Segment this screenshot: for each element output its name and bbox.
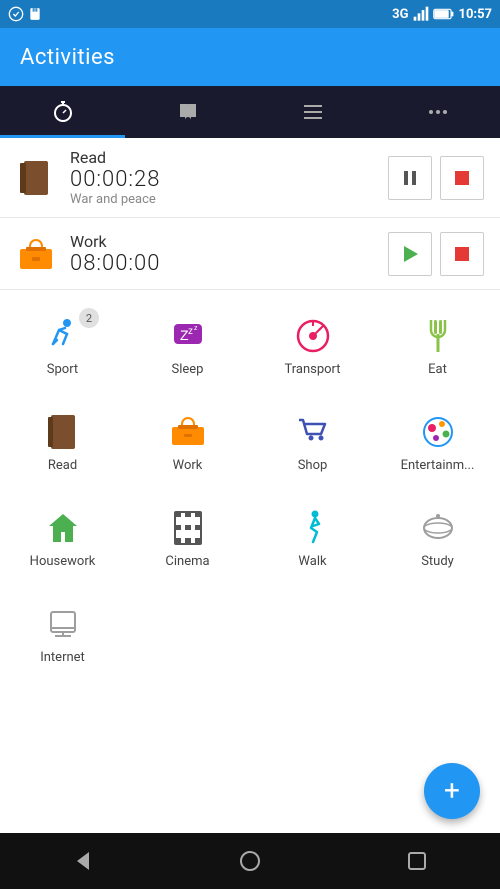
tab-bar — [0, 86, 500, 138]
grid-item-read[interactable]: Read — [0, 394, 125, 490]
work-time: 08:00:00 — [70, 251, 388, 276]
internet-label: Internet — [40, 650, 85, 665]
grid-row-1: 2 Sport Z z z — [0, 298, 500, 394]
sport-badge: 2 — [79, 308, 99, 328]
walk-label: Walk — [298, 554, 326, 569]
timer-icon — [51, 100, 75, 124]
grid-item-walk[interactable]: Walk — [250, 490, 375, 586]
tab-timer[interactable] — [0, 86, 125, 138]
read-time: 00:00:28 — [70, 167, 388, 192]
eat-label: Eat — [428, 362, 447, 377]
read-pause-button[interactable] — [388, 156, 432, 200]
shop-label: Shop — [298, 458, 328, 473]
grid-item-shop[interactable]: Shop — [250, 394, 375, 490]
work-stop-button[interactable] — [440, 232, 484, 276]
list-icon — [301, 100, 325, 124]
home-icon — [238, 849, 262, 873]
grid-item-eat[interactable]: Eat — [375, 298, 500, 394]
cinema-label: Cinema — [165, 554, 209, 569]
read-activity-info: Read 00:00:28 War and peace — [70, 148, 388, 207]
grid-item-work[interactable]: Work — [125, 394, 250, 490]
read-desc: War and peace — [70, 192, 388, 207]
network-label: 3G — [392, 7, 408, 22]
status-right: 3G 10:57 — [392, 6, 492, 22]
grid-item-sport[interactable]: 2 Sport — [0, 298, 125, 394]
read-icon — [43, 412, 83, 452]
check-icon — [8, 6, 24, 22]
sleep-icon: Z z z — [168, 316, 208, 356]
grid-item-housework[interactable]: Housework — [0, 490, 125, 586]
sport-label: Sport — [47, 362, 78, 377]
back-button[interactable] — [63, 841, 103, 881]
grid-item-internet[interactable]: Internet — [0, 586, 125, 682]
bottom-nav — [0, 833, 500, 889]
svg-text:z: z — [188, 326, 193, 337]
read-name: Read — [70, 148, 388, 167]
signal-icon — [413, 6, 429, 22]
grid-row-3: Housework — [0, 490, 500, 586]
add-activity-button[interactable]: + — [424, 763, 480, 819]
read-stop-button[interactable] — [440, 156, 484, 200]
internet-icon — [43, 604, 83, 644]
app-title: Activities — [20, 45, 115, 70]
study-icon — [418, 508, 458, 548]
grid-item-study[interactable]: Study — [375, 490, 500, 586]
grid-item-sleep[interactable]: Z z z Sleep — [125, 298, 250, 394]
entertainment-label: Entertainm... — [401, 458, 475, 473]
recents-button[interactable] — [397, 841, 437, 881]
tab-book[interactable] — [125, 86, 250, 138]
battery-icon — [433, 8, 455, 20]
activities-grid: 2 Sport Z z z — [0, 290, 500, 690]
work-controls — [388, 232, 484, 276]
grid-item-entertainment[interactable]: Entertainm... — [375, 394, 500, 490]
sport-icon — [43, 316, 83, 356]
status-bar: 3G 10:57 — [0, 0, 500, 28]
more-icon — [426, 100, 450, 124]
read-controls — [388, 156, 484, 200]
square-icon — [407, 851, 427, 871]
home-button[interactable] — [230, 841, 270, 881]
grid-item-cinema[interactable]: Cinema — [125, 490, 250, 586]
tab-list[interactable] — [250, 86, 375, 138]
content-area: Read 00:00:28 War and peace — [0, 138, 500, 833]
work-activity-icon — [16, 234, 56, 274]
work-activity-row: Work 08:00:00 — [0, 218, 500, 290]
time-label: 10:57 — [459, 7, 493, 22]
read-activity-row: Read 00:00:28 War and peace — [0, 138, 500, 218]
grid-row-2: Read Work — [0, 394, 500, 490]
svg-text:z: z — [194, 325, 198, 332]
eat-icon — [418, 316, 458, 356]
study-label: Study — [421, 554, 454, 569]
read-activity-icon — [16, 158, 56, 198]
add-icon: + — [444, 777, 460, 805]
work-activity-info: Work 08:00:00 — [70, 232, 388, 276]
transport-icon — [293, 316, 333, 356]
app-header: Activities — [0, 28, 500, 86]
book-icon — [176, 100, 200, 124]
grid-row-4: Internet — [0, 586, 500, 682]
work-label: Work — [173, 458, 203, 473]
sleep-label: Sleep — [172, 362, 204, 377]
housework-icon — [43, 508, 83, 548]
shop-icon — [293, 412, 333, 452]
entertainment-icon — [418, 412, 458, 452]
grid-item-transport[interactable]: Transport — [250, 298, 375, 394]
tab-more[interactable] — [375, 86, 500, 138]
read-label: Read — [48, 458, 77, 473]
work-name: Work — [70, 232, 388, 251]
transport-label: Transport — [284, 362, 340, 377]
walk-icon — [293, 508, 333, 548]
housework-label: Housework — [30, 554, 96, 569]
work-icon — [168, 412, 208, 452]
cinema-icon — [168, 508, 208, 548]
back-icon — [71, 849, 95, 873]
sd-icon — [28, 6, 42, 22]
work-play-button[interactable] — [388, 232, 432, 276]
